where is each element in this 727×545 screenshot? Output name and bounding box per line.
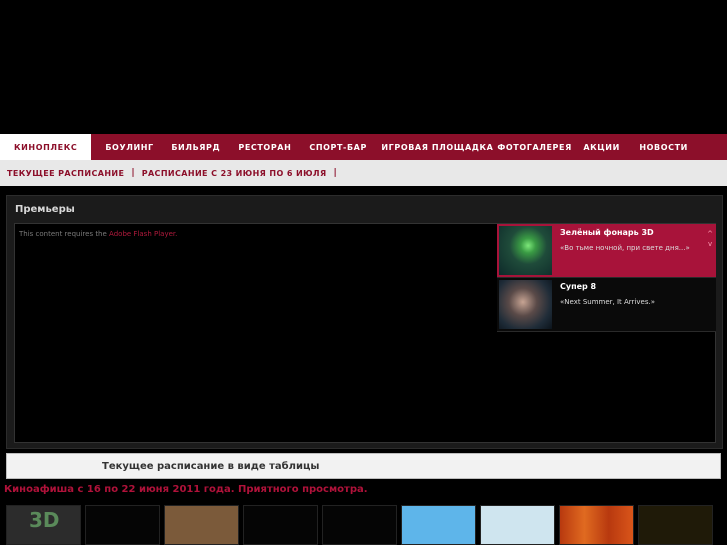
movie-poster[interactable] bbox=[559, 505, 634, 545]
arrow-down-icon[interactable]: v bbox=[707, 239, 713, 249]
adobe-flash-link[interactable]: Adobe Flash Player. bbox=[109, 230, 177, 238]
current-schedule-link[interactable]: ТЕКУЩЕЕ РАСПИСАНИЕ bbox=[7, 169, 124, 178]
nav-item-billiards[interactable]: БИЛЬЯРД bbox=[157, 134, 224, 160]
movie-poster[interactable] bbox=[164, 505, 239, 545]
nav-item-promotions[interactable]: АКЦИИ bbox=[569, 134, 625, 160]
movie-poster[interactable] bbox=[322, 505, 397, 545]
flash-player-area[interactable]: This content requires the Adobe Flash Pl… bbox=[14, 223, 716, 443]
movie-poster[interactable] bbox=[638, 505, 713, 545]
upcoming-schedule-link[interactable]: РАСПИСАНИЕ С 23 ИЮНЯ ПО 6 ИЮЛЯ bbox=[142, 169, 327, 178]
schedule-subnav: ТЕКУЩЕЕ РАСПИСАНИЕ | РАСПИСАНИЕ С 23 ИЮН… bbox=[0, 160, 727, 186]
premieres-title: Премьеры bbox=[15, 204, 75, 215]
flash-message-text: This content requires the bbox=[19, 230, 107, 238]
premiere-list: Зелёный фонарь 3D «Во тьме ночной, при с… bbox=[497, 224, 716, 334]
premiere-item-green-lantern[interactable]: Зелёный фонарь 3D «Во тьме ночной, при с… bbox=[497, 224, 716, 278]
green-lantern-poster-icon bbox=[499, 226, 552, 275]
premiere-tagline: «Next Summer, It Arrives.» bbox=[560, 298, 655, 306]
movie-poster[interactable] bbox=[85, 505, 160, 545]
nav-item-playground[interactable]: ИГРОВАЯ ПЛОЩАДКА bbox=[367, 134, 492, 160]
main-nav: КИНОПЛЕКС БОУЛИНГ БИЛЬЯРД РЕСТОРАН СПОРТ… bbox=[0, 134, 727, 160]
movie-poster[interactable] bbox=[243, 505, 318, 545]
premiere-item-super-8[interactable]: Супер 8 «Next Summer, It Arrives.» bbox=[497, 278, 716, 332]
nav-item-bowling[interactable]: БОУЛИНГ bbox=[91, 134, 157, 160]
premiere-title: Супер 8 bbox=[560, 282, 597, 291]
separator: | bbox=[333, 168, 337, 178]
nav-item-photogallery[interactable]: ФОТОГАЛЕРЕЯ bbox=[483, 134, 571, 160]
schedule-table-label: Текущее расписание в виде таблицы bbox=[102, 461, 320, 472]
super-8-poster-icon bbox=[499, 280, 552, 329]
nav-item-news[interactable]: НОВОСТИ bbox=[625, 134, 688, 160]
flash-message: This content requires the Adobe Flash Pl… bbox=[19, 230, 177, 238]
premiere-title: Зелёный фонарь 3D bbox=[560, 228, 654, 237]
3d-logo-icon: 3D bbox=[29, 508, 60, 532]
nav-item-restaurant[interactable]: РЕСТОРАН bbox=[224, 134, 295, 160]
posters-row: 3D bbox=[6, 505, 721, 545]
arrow-up-icon[interactable]: ^ bbox=[707, 229, 713, 239]
3d-logo-poster[interactable]: 3D bbox=[6, 505, 81, 545]
nav-item-sport-bar[interactable]: СПОРТ-БАР bbox=[295, 134, 367, 160]
premiere-tagline: «Во тьме ночной, при свете дня...» bbox=[560, 244, 690, 252]
scroll-arrows: ^ v bbox=[707, 229, 713, 249]
nav-item-kinoplex[interactable]: КИНОПЛЕКС bbox=[0, 134, 92, 160]
movie-poster[interactable] bbox=[480, 505, 555, 545]
separator: | bbox=[131, 168, 135, 178]
premieres-panel: Премьеры This content requires the Adobe… bbox=[6, 195, 723, 449]
schedule-table-link[interactable]: Текущее расписание в виде таблицы bbox=[6, 453, 721, 479]
afisha-heading: Киноафиша с 16 по 22 июня 2011 года. При… bbox=[4, 484, 368, 495]
movie-poster[interactable] bbox=[401, 505, 476, 545]
